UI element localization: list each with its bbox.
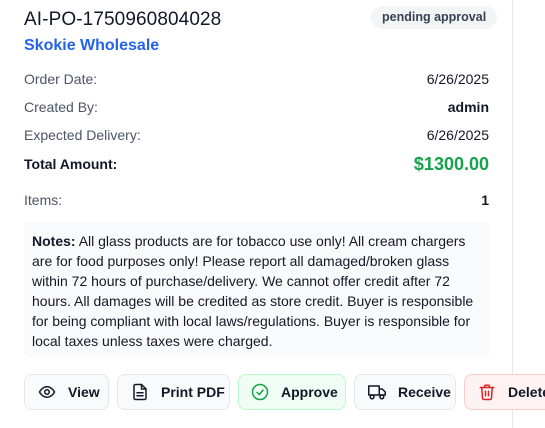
approve-button-label: Approve bbox=[281, 384, 338, 400]
expected-delivery-row: Expected Delivery: 6/26/2025 bbox=[24, 127, 489, 147]
truck-icon bbox=[368, 383, 386, 401]
expected-delivery-value: 6/26/2025 bbox=[426, 127, 489, 143]
vendor-link[interactable]: Skokie Wholesale bbox=[24, 37, 159, 55]
status-badge: pending approval bbox=[371, 6, 498, 29]
receive-button[interactable]: Receive bbox=[354, 374, 456, 410]
order-notes: Notes: All glass products are for tobacc… bbox=[24, 222, 489, 357]
document-icon bbox=[131, 383, 149, 401]
order-date-row: Order Date: 6/26/2025 bbox=[24, 71, 489, 91]
notes-label: Notes: bbox=[32, 233, 76, 249]
check-circle-icon bbox=[251, 383, 269, 401]
created-by-row: Created By: admin bbox=[24, 99, 489, 119]
trash-icon bbox=[478, 383, 496, 401]
items-value: 1 bbox=[481, 192, 489, 208]
created-by-value: admin bbox=[447, 99, 489, 115]
total-amount-value: $1300.00 bbox=[413, 154, 489, 174]
items-row: Items: 1 bbox=[24, 192, 489, 212]
order-date-value: 6/26/2025 bbox=[426, 71, 489, 87]
print-pdf-button-label: Print PDF bbox=[161, 384, 225, 400]
right-panel-edge bbox=[513, 0, 545, 428]
items-label: Items: bbox=[24, 192, 63, 208]
view-button-label: View bbox=[68, 384, 100, 400]
total-amount-row: Total Amount: $1300.00 bbox=[24, 154, 489, 182]
order-number: AI-PO-1750960804028 bbox=[24, 9, 222, 30]
order-date-label: Order Date: bbox=[24, 71, 98, 87]
expected-delivery-label: Expected Delivery: bbox=[24, 127, 141, 143]
notes-text: All glass products are for tobacco use o… bbox=[32, 233, 474, 349]
total-amount-label: Total Amount: bbox=[24, 156, 118, 172]
delete-button[interactable]: Delete bbox=[464, 374, 545, 410]
eye-icon bbox=[38, 383, 56, 401]
purchase-order-card: AI-PO-1750960804028 pending approval Sko… bbox=[0, 0, 513, 428]
approve-button[interactable]: Approve bbox=[238, 374, 346, 410]
receive-button-label: Receive bbox=[398, 384, 451, 400]
created-by-label: Created By: bbox=[24, 99, 98, 115]
view-button[interactable]: View bbox=[24, 374, 109, 410]
print-pdf-button[interactable]: Print PDF bbox=[117, 374, 230, 410]
delete-button-label: Delete bbox=[508, 384, 545, 400]
